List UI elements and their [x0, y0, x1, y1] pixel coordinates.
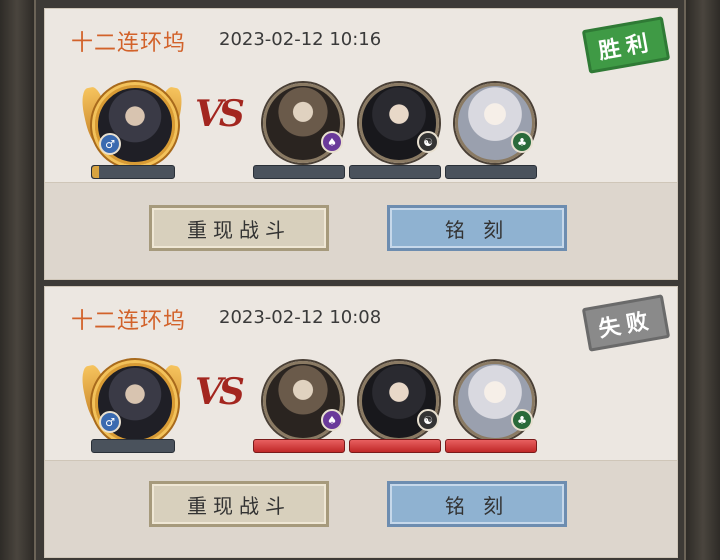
right-frame	[684, 0, 720, 560]
sect-icon: ♠	[321, 131, 343, 153]
sect-icon: ♣	[511, 409, 533, 431]
result-stamp-win: 胜利	[581, 16, 671, 74]
yin-yang-icon: ☯	[417, 409, 439, 431]
left-frame	[0, 0, 36, 560]
vs-label: VS	[195, 93, 245, 135]
player-progress-bar	[91, 439, 175, 453]
result-stamp-loss: 失败	[581, 294, 671, 352]
player-progress-fill	[92, 166, 99, 178]
opponent-health-bar	[445, 439, 537, 453]
battle-time: 2023-02-12 10:08	[219, 307, 382, 328]
player-progress-bar	[91, 165, 175, 179]
battle-location: 十二连环坞	[71, 31, 187, 56]
engrave-button[interactable]: 铭 刻	[387, 481, 567, 527]
yin-yang-icon: ☯	[417, 131, 439, 153]
gender-icon: ♂	[99, 411, 121, 433]
battle-time: 2023-02-12 10:16	[219, 29, 382, 50]
vs-label: VS	[195, 371, 245, 413]
opponent-health-bar	[253, 439, 345, 453]
card-action-area	[45, 460, 677, 557]
replay-battle-button[interactable]: 重现战斗	[149, 205, 329, 251]
opponent-health-bar	[349, 439, 441, 453]
gender-icon: ♂	[99, 133, 121, 155]
sect-icon: ♠	[321, 409, 343, 431]
sect-icon: ♣	[511, 131, 533, 153]
card-action-area	[45, 182, 677, 279]
opponent-health-bar	[445, 165, 537, 179]
battle-location: 十二连环坞	[71, 309, 187, 334]
engrave-button[interactable]: 铭 刻	[387, 205, 567, 251]
battle-record-card: 十二连环坞 2023-02-12 10:16 胜利 ♂ VS ♠ ☯ ♣ 重现战…	[44, 8, 678, 280]
opponent-health-bar	[253, 165, 345, 179]
opponent-health-bar	[349, 165, 441, 179]
battle-record-card: 十二连环坞 2023-02-12 10:08 失败 ♂ VS ♠ ☯ ♣ 重现战…	[44, 286, 678, 558]
replay-battle-button[interactable]: 重现战斗	[149, 481, 329, 527]
